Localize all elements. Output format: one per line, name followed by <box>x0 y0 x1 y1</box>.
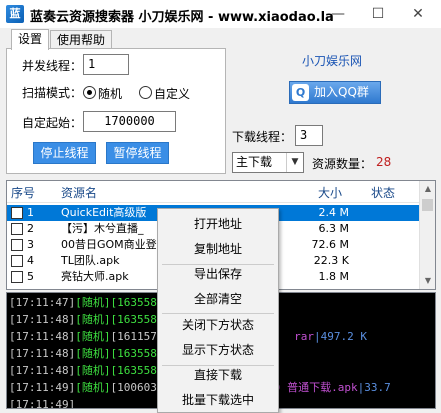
chevron-down-icon: ▼ <box>286 153 303 172</box>
row-size: 6.3 M <box>318 222 349 235</box>
log-line: [17:11:48][随机][1635580] <box>9 347 171 360</box>
window-title: 蓝奏云资源搜索器 小刀娱乐网 - www.xiaodao.la <box>30 10 334 25</box>
threads-input[interactable]: 1 <box>83 54 129 75</box>
maximize-icon[interactable]: ☐ <box>358 0 398 28</box>
row-checkbox[interactable] <box>11 255 23 267</box>
app-icon: 蓝 <box>6 5 24 23</box>
row-no: 4 <box>27 254 34 267</box>
row-no: 5 <box>27 270 34 283</box>
download-source-value: 主下载 <box>236 155 273 169</box>
download-threads-input[interactable]: 3 <box>295 125 323 146</box>
header-name[interactable]: 资源名 <box>61 184 97 201</box>
menu-show-status[interactable]: 显示下方状态 <box>158 339 278 362</box>
log-line: [17:11:47][随机][1635580] <box>9 296 171 309</box>
menu-batch-download[interactable]: 批量下载选中 <box>158 389 278 412</box>
scroll-down-icon[interactable]: ▼ <box>420 273 436 289</box>
close-icon[interactable]: ✕ <box>398 0 438 28</box>
start-label: 自定起始： <box>22 116 83 130</box>
qq-icon: Q <box>292 84 309 101</box>
download-threads-label: 下载线程： <box>232 130 293 144</box>
download-source-select[interactable]: 主下载 ▼ <box>232 152 304 173</box>
mode-custom-label: 自定义 <box>154 87 191 101</box>
row-no: 1 <box>27 206 34 219</box>
join-qq-button[interactable]: Q 加入QQ群 <box>289 81 381 104</box>
header-no[interactable]: 序号 <box>11 184 35 201</box>
log-line: [17:11:48][随机][1635580] <box>9 313 171 326</box>
scroll-thumb[interactable] <box>422 199 433 211</box>
mode-random-label: 随机 <box>98 87 123 101</box>
site-link[interactable]: 小刀娱乐网 <box>302 52 362 69</box>
scroll-up-icon[interactable]: ▲ <box>420 181 436 197</box>
resource-count-label: 资源数量： <box>312 157 373 171</box>
join-qq-label: 加入QQ群 <box>314 85 369 99</box>
context-menu[interactable]: 打开地址 复制地址 导出保存 全部清空 关闭下方状态 显示下方状态 直接下载 批… <box>157 208 279 413</box>
log-line: [17:11:49] <box>9 398 76 409</box>
mode-custom-radio[interactable] <box>139 86 152 99</box>
row-no: 2 <box>27 222 34 235</box>
header-status[interactable]: 状态 <box>371 184 395 201</box>
row-size: 2.4 M <box>318 206 349 219</box>
log-line: [17:11:48][随机][1635580] <box>9 364 171 377</box>
stop-threads-button[interactable]: 停止线程 <box>33 142 96 164</box>
minimize-icon[interactable]: — <box>318 0 358 28</box>
menu-copy-url[interactable]: 复制地址 <box>158 238 278 261</box>
tab-settings[interactable]: 设置 <box>11 29 50 50</box>
row-checkbox[interactable] <box>11 223 23 235</box>
row-checkbox[interactable] <box>11 239 23 251</box>
mode-random-radio[interactable] <box>83 86 96 99</box>
row-size: 1.8 M <box>318 270 349 283</box>
row-checkbox[interactable] <box>11 271 23 283</box>
start-input[interactable]: 1700000 <box>83 111 176 132</box>
list-header: 序号 资源名 大小 状态 <box>7 181 421 203</box>
list-scrollbar[interactable]: ▲ ▼ <box>419 181 435 289</box>
tab-help[interactable]: 使用帮助 <box>50 30 113 49</box>
scan-mode-label: 扫描模式： <box>22 86 83 100</box>
menu-direct-download[interactable]: 直接下载 <box>158 364 278 387</box>
menu-open-url[interactable]: 打开地址 <box>158 213 278 236</box>
menu-clear-all[interactable]: 全部清空 <box>158 288 278 311</box>
row-checkbox[interactable] <box>11 207 23 219</box>
row-size: 22.3 K <box>313 254 349 267</box>
header-size[interactable]: 大小 <box>318 184 342 201</box>
pause-threads-button[interactable]: 暂停线程 <box>106 142 169 164</box>
row-size: 72.6 M <box>311 238 349 251</box>
menu-export-save[interactable]: 导出保存 <box>158 263 278 286</box>
row-no: 3 <box>27 238 34 251</box>
threads-label: 并发线程： <box>22 59 83 73</box>
resource-count-value: 28 <box>376 155 392 169</box>
menu-hide-status[interactable]: 关闭下方状态 <box>158 314 278 337</box>
